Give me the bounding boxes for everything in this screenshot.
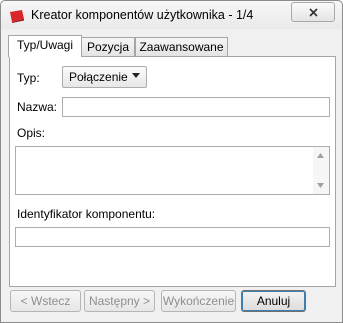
next-button[interactable]: Następny > (84, 290, 155, 312)
wizard-dialog: Kreator komponentów użytkownika - 1/4 Ty… (0, 0, 343, 323)
description-field[interactable] (15, 146, 330, 195)
type-combobox[interactable]: Połączenie (62, 66, 147, 88)
back-button[interactable]: < Wstecz (10, 290, 81, 312)
tab-typ-uwagi[interactable]: Typ/Uwagi (8, 35, 82, 57)
type-value: Połączenie (69, 70, 128, 84)
chevron-down-icon (132, 73, 140, 78)
description-label: Opis: (17, 126, 46, 140)
component-id-label: Identyfikator komponentu: (17, 207, 156, 221)
description-scrollbar[interactable] (313, 147, 329, 194)
tab-zaawansowane[interactable]: Zaawansowane (135, 37, 228, 57)
scroll-down-icon[interactable] (317, 183, 324, 188)
title-bar[interactable]: Kreator komponentów użytkownika - 1/4 (1, 1, 342, 29)
app-icon (10, 10, 24, 23)
cancel-button[interactable]: Anuluj (241, 290, 306, 312)
finish-button[interactable]: Wykończenie (161, 290, 236, 312)
close-icon (308, 7, 318, 17)
tab-pozycja[interactable]: Pozycja (81, 37, 135, 57)
window-title: Kreator komponentów użytkownika - 1/4 (31, 8, 254, 22)
name-label: Nazwa: (17, 100, 58, 114)
type-label: Typ: (17, 71, 40, 85)
component-id-field[interactable] (15, 227, 330, 247)
scroll-up-icon[interactable] (317, 153, 324, 158)
name-field[interactable] (62, 97, 330, 117)
close-button[interactable] (291, 2, 335, 22)
